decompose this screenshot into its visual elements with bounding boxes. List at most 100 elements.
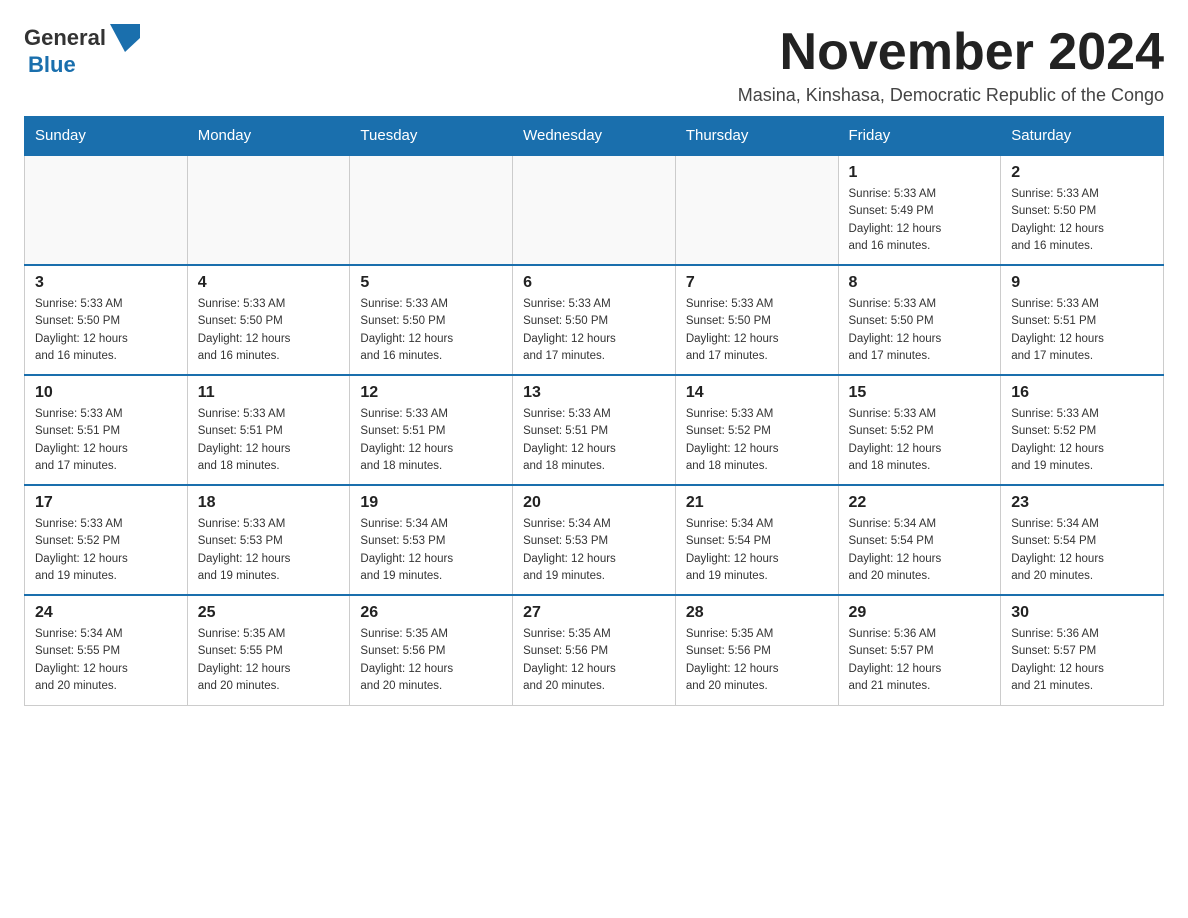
calendar-cell: 12Sunrise: 5:33 AM Sunset: 5:51 PM Dayli… — [350, 375, 513, 485]
header-sunday: Sunday — [25, 117, 188, 156]
day-number: 4 — [198, 274, 340, 292]
calendar-cell — [25, 155, 188, 265]
logo-icon — [110, 24, 140, 52]
day-info: Sunrise: 5:33 AM Sunset: 5:50 PM Dayligh… — [198, 296, 340, 365]
day-number: 30 — [1011, 604, 1153, 622]
day-number: 25 — [198, 604, 340, 622]
day-info: Sunrise: 5:35 AM Sunset: 5:56 PM Dayligh… — [523, 626, 665, 695]
day-number: 9 — [1011, 274, 1153, 292]
calendar-cell: 5 Sunrise: 5:33 AM Sunset: 5:50 PM Daylig… — [350, 265, 513, 375]
day-number: 5 — [360, 274, 502, 292]
logo: General Blue — [24, 24, 140, 78]
day-info: Sunrise: 5:34 AM Sunset: 5:54 PM Dayligh… — [686, 516, 828, 585]
day-number: 3 — [35, 274, 177, 292]
calendar-cell: 11 Sunrise: 5:33 AM Sunset: 5:51 PM Dayli… — [187, 375, 350, 485]
day-number: 20 — [523, 494, 665, 512]
day-info: Sunrise: 5:35 AM Sunset: 5:56 PM Dayligh… — [360, 626, 502, 695]
calendar-cell: 30Sunrise: 5:36 AM Sunset: 5:57 PM Dayli… — [1001, 595, 1164, 705]
calendar-cell: 19 Sunrise: 5:34 AM Sunset: 5:53 PM Dayli… — [350, 485, 513, 595]
header: General Blue November 2024 Masina, Kinsh… — [24, 24, 1164, 106]
day-number: 16 — [1011, 384, 1153, 402]
day-number: 10 — [35, 384, 177, 402]
location-subtitle: Masina, Kinshasa, Democratic Republic of… — [738, 85, 1164, 106]
calendar-cell: 15 Sunrise: 5:33 AM Sunset: 5:52 PM Dayli… — [838, 375, 1001, 485]
calendar-cell: 1 Sunrise: 5:33 AM Sunset: 5:49 PM Daylig… — [838, 155, 1001, 265]
days-header-row: SundayMondayTuesdayWednesdayThursdayFrid… — [25, 117, 1164, 156]
day-number: 27 — [523, 604, 665, 622]
day-info: Sunrise: 5:33 AM Sunset: 5:52 PM Dayligh… — [849, 406, 991, 475]
logo-general: General — [24, 25, 106, 51]
day-number: 15 — [849, 384, 991, 402]
day-number: 21 — [686, 494, 828, 512]
day-info: Sunrise: 5:33 AM Sunset: 5:52 PM Dayligh… — [1011, 406, 1153, 475]
calendar-cell: 29 Sunrise: 5:36 AM Sunset: 5:57 PM Dayli… — [838, 595, 1001, 705]
day-info: Sunrise: 5:34 AM Sunset: 5:53 PM Dayligh… — [360, 516, 502, 585]
day-info: Sunrise: 5:34 AM Sunset: 5:53 PM Dayligh… — [523, 516, 665, 585]
calendar-cell: 20 Sunrise: 5:34 AM Sunset: 5:53 PM Dayli… — [513, 485, 676, 595]
day-number: 18 — [198, 494, 340, 512]
calendar-cell: 2 Sunrise: 5:33 AM Sunset: 5:50 PM Daylig… — [1001, 155, 1164, 265]
calendar-cell: 23Sunrise: 5:34 AM Sunset: 5:54 PM Dayli… — [1001, 485, 1164, 595]
calendar-cell: 25 Sunrise: 5:35 AM Sunset: 5:55 PM Dayli… — [187, 595, 350, 705]
calendar-cell: 28Sunrise: 5:35 AM Sunset: 5:56 PM Dayli… — [675, 595, 838, 705]
logo-blue: Blue — [28, 52, 76, 77]
calendar-cell: 14Sunrise: 5:33 AM Sunset: 5:52 PM Dayli… — [675, 375, 838, 485]
day-number: 26 — [360, 604, 502, 622]
day-number: 7 — [686, 274, 828, 292]
calendar-cell: 10 Sunrise: 5:33 AM Sunset: 5:51 PM Dayli… — [25, 375, 188, 485]
calendar-cell — [675, 155, 838, 265]
calendar-cell: 27 Sunrise: 5:35 AM Sunset: 5:56 PM Dayli… — [513, 595, 676, 705]
calendar-cell — [513, 155, 676, 265]
logo-text: General Blue — [24, 24, 140, 78]
day-info: Sunrise: 5:33 AM Sunset: 5:50 PM Dayligh… — [523, 296, 665, 365]
day-info: Sunrise: 5:33 AM Sunset: 5:52 PM Dayligh… — [35, 516, 177, 585]
day-number: 22 — [849, 494, 991, 512]
calendar-cell: 24Sunrise: 5:34 AM Sunset: 5:55 PM Dayli… — [25, 595, 188, 705]
day-info: Sunrise: 5:33 AM Sunset: 5:50 PM Dayligh… — [360, 296, 502, 365]
day-number: 1 — [849, 164, 991, 182]
day-info: Sunrise: 5:33 AM Sunset: 5:51 PM Dayligh… — [360, 406, 502, 475]
calendar-cell: 13Sunrise: 5:33 AM Sunset: 5:51 PM Dayli… — [513, 375, 676, 485]
day-info: Sunrise: 5:35 AM Sunset: 5:55 PM Dayligh… — [198, 626, 340, 695]
day-number: 17 — [35, 494, 177, 512]
header-thursday: Thursday — [675, 117, 838, 156]
calendar-cell: 4 Sunrise: 5:33 AM Sunset: 5:50 PM Daylig… — [187, 265, 350, 375]
day-info: Sunrise: 5:33 AM Sunset: 5:51 PM Dayligh… — [1011, 296, 1153, 365]
day-number: 2 — [1011, 164, 1153, 182]
calendar-cell: 9 Sunrise: 5:33 AM Sunset: 5:51 PM Daylig… — [1001, 265, 1164, 375]
calendar-cell: 21 Sunrise: 5:34 AM Sunset: 5:54 PM Dayli… — [675, 485, 838, 595]
day-info: Sunrise: 5:33 AM Sunset: 5:53 PM Dayligh… — [198, 516, 340, 585]
day-number: 8 — [849, 274, 991, 292]
day-number: 19 — [360, 494, 502, 512]
header-friday: Friday — [838, 117, 1001, 156]
day-info: Sunrise: 5:36 AM Sunset: 5:57 PM Dayligh… — [849, 626, 991, 695]
day-info: Sunrise: 5:33 AM Sunset: 5:51 PM Dayligh… — [198, 406, 340, 475]
day-info: Sunrise: 5:33 AM Sunset: 5:49 PM Dayligh… — [849, 186, 991, 255]
calendar-cell: 26 Sunrise: 5:35 AM Sunset: 5:56 PM Dayli… — [350, 595, 513, 705]
day-number: 11 — [198, 384, 340, 402]
day-info: Sunrise: 5:33 AM Sunset: 5:51 PM Dayligh… — [35, 406, 177, 475]
day-number: 6 — [523, 274, 665, 292]
day-number: 28 — [686, 604, 828, 622]
calendar-cell: 17 Sunrise: 5:33 AM Sunset: 5:52 PM Dayli… — [25, 485, 188, 595]
day-info: Sunrise: 5:33 AM Sunset: 5:50 PM Dayligh… — [1011, 186, 1153, 255]
calendar-cell — [350, 155, 513, 265]
header-tuesday: Tuesday — [350, 117, 513, 156]
header-wednesday: Wednesday — [513, 117, 676, 156]
week-row-4: 24Sunrise: 5:34 AM Sunset: 5:55 PM Dayli… — [25, 595, 1164, 705]
day-number: 14 — [686, 384, 828, 402]
calendar-cell: 6 Sunrise: 5:33 AM Sunset: 5:50 PM Daylig… — [513, 265, 676, 375]
week-row-2: 10 Sunrise: 5:33 AM Sunset: 5:51 PM Dayli… — [25, 375, 1164, 485]
day-info: Sunrise: 5:34 AM Sunset: 5:54 PM Dayligh… — [1011, 516, 1153, 585]
day-number: 13 — [523, 384, 665, 402]
calendar-table: SundayMondayTuesdayWednesdayThursdayFrid… — [24, 116, 1164, 706]
calendar-cell — [187, 155, 350, 265]
week-row-3: 17 Sunrise: 5:33 AM Sunset: 5:52 PM Dayli… — [25, 485, 1164, 595]
calendar-cell: 18 Sunrise: 5:33 AM Sunset: 5:53 PM Dayli… — [187, 485, 350, 595]
day-number: 29 — [849, 604, 991, 622]
calendar-cell: 7Sunrise: 5:33 AM Sunset: 5:50 PM Daylig… — [675, 265, 838, 375]
day-number: 24 — [35, 604, 177, 622]
calendar-cell: 16 Sunrise: 5:33 AM Sunset: 5:52 PM Dayli… — [1001, 375, 1164, 485]
calendar-cell: 22Sunrise: 5:34 AM Sunset: 5:54 PM Dayli… — [838, 485, 1001, 595]
header-monday: Monday — [187, 117, 350, 156]
